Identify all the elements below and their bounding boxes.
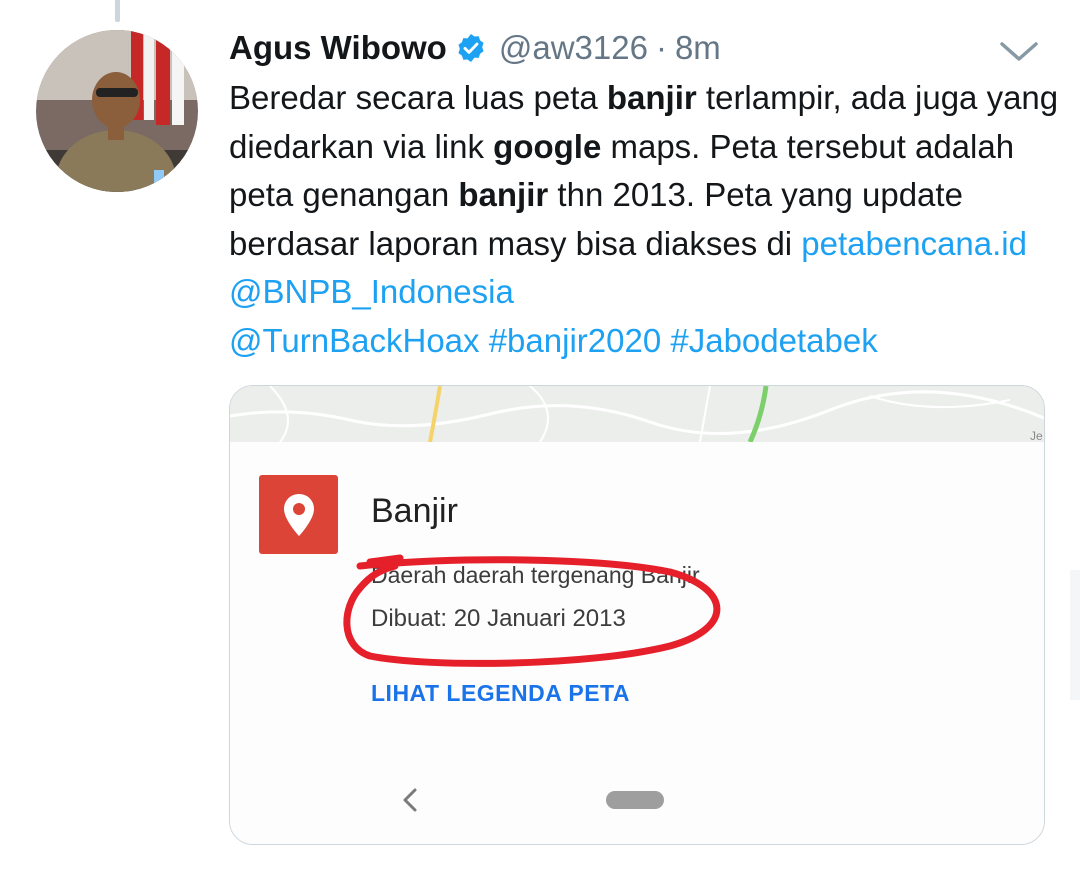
author-name[interactable]: Agus Wibowo: [229, 29, 447, 67]
bold-keyword: banjir: [458, 176, 549, 213]
hashtag-link[interactable]: #Jabodetabek: [670, 322, 877, 359]
mention-link[interactable]: @BNPB_Indonesia: [229, 273, 514, 310]
view-legend-link[interactable]: LIHAT LEGENDA PETA: [371, 680, 630, 707]
map-layer-panel: Banjir Daerah daerah tergenang Banjir Di…: [230, 442, 1044, 844]
thread-line: [115, 0, 120, 22]
hashtag-link[interactable]: #banjir2020: [489, 322, 661, 359]
mention-link[interactable]: @TurnBackHoax: [229, 322, 480, 359]
text-segment: Beredar secara luas peta: [229, 79, 607, 116]
home-pill-icon[interactable]: [606, 791, 664, 809]
bold-keyword: banjir: [606, 79, 697, 116]
separator-dot: ·: [655, 29, 667, 66]
tweet-timestamp[interactable]: 8m: [675, 29, 721, 67]
url-link[interactable]: petabencana.id: [801, 225, 1027, 262]
back-chevron-icon[interactable]: [400, 786, 420, 814]
verified-badge-icon: [455, 32, 487, 64]
svg-text:Je: Je: [1030, 429, 1043, 442]
map-pin-icon: [259, 475, 338, 554]
chevron-down-icon[interactable]: [998, 36, 1040, 66]
tweet-header: Agus Wibowo @aw3126 · 8m: [229, 24, 721, 72]
media-card[interactable]: Je Banjir Daerah daerah tergenang Banjir…: [229, 385, 1045, 845]
profile-photo-icon: [36, 30, 198, 192]
bold-keyword: google: [493, 127, 602, 165]
map-preview: Je: [230, 386, 1044, 442]
avatar[interactable]: [36, 30, 198, 192]
layer-title: Banjir: [371, 492, 458, 530]
tweet-text: Beredar secara luas peta banjir terlampi…: [229, 74, 1059, 365]
red-circle-annotation: [343, 554, 721, 667]
author-handle[interactable]: @aw3126: [499, 29, 648, 67]
edge-artifact: [1070, 570, 1080, 700]
